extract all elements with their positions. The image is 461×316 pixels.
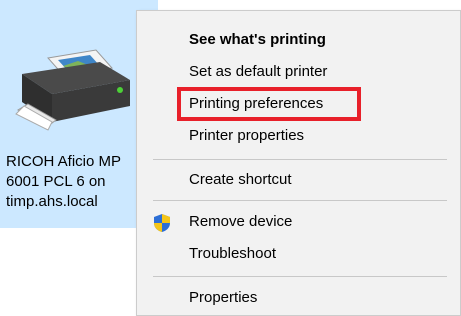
printer-name-label: RICOH Aficio MP 6001 PCL 6 on timp.ahs.l…: [6, 153, 122, 210]
menu-item-set-default-printer[interactable]: Set as default printer: [137, 55, 460, 89]
uac-shield-icon: [154, 214, 170, 232]
menu-separator: [153, 276, 447, 277]
menu-separator: [153, 159, 447, 160]
menu-separator: [153, 200, 447, 201]
menu-item-label: See what's printing: [189, 31, 326, 48]
menu-item-create-shortcut[interactable]: Create shortcut: [137, 163, 460, 197]
menu-item-printing-preferences[interactable]: Printing preferences: [137, 87, 460, 121]
menu-item-label: Troubleshoot: [189, 245, 276, 262]
printer-tile[interactable]: RICOH Aficio MP 6001 PCL 6 on timp.ahs.l…: [0, 0, 158, 228]
menu-item-troubleshoot[interactable]: Troubleshoot: [137, 237, 460, 271]
desktop-area: RICOH Aficio MP 6001 PCL 6 on timp.ahs.l…: [0, 0, 461, 316]
printer-icon: [15, 49, 130, 131]
menu-item-printer-properties[interactable]: Printer properties: [137, 119, 460, 153]
menu-item-label: Printer properties: [189, 127, 305, 144]
menu-item-properties[interactable]: Properties: [137, 281, 460, 315]
menu-item-label: Create shortcut: [189, 171, 292, 188]
menu-item-see-whats-printing[interactable]: See what's printing: [137, 23, 460, 57]
context-menu: See what's printing Set as default print…: [136, 10, 461, 316]
menu-item-label: Properties: [189, 289, 258, 306]
menu-item-remove-device[interactable]: Remove device: [137, 205, 460, 239]
menu-item-label: Set as default printer: [189, 63, 328, 80]
menu-item-label: Printing preferences: [189, 95, 324, 112]
menu-item-label: Remove device: [189, 213, 293, 230]
